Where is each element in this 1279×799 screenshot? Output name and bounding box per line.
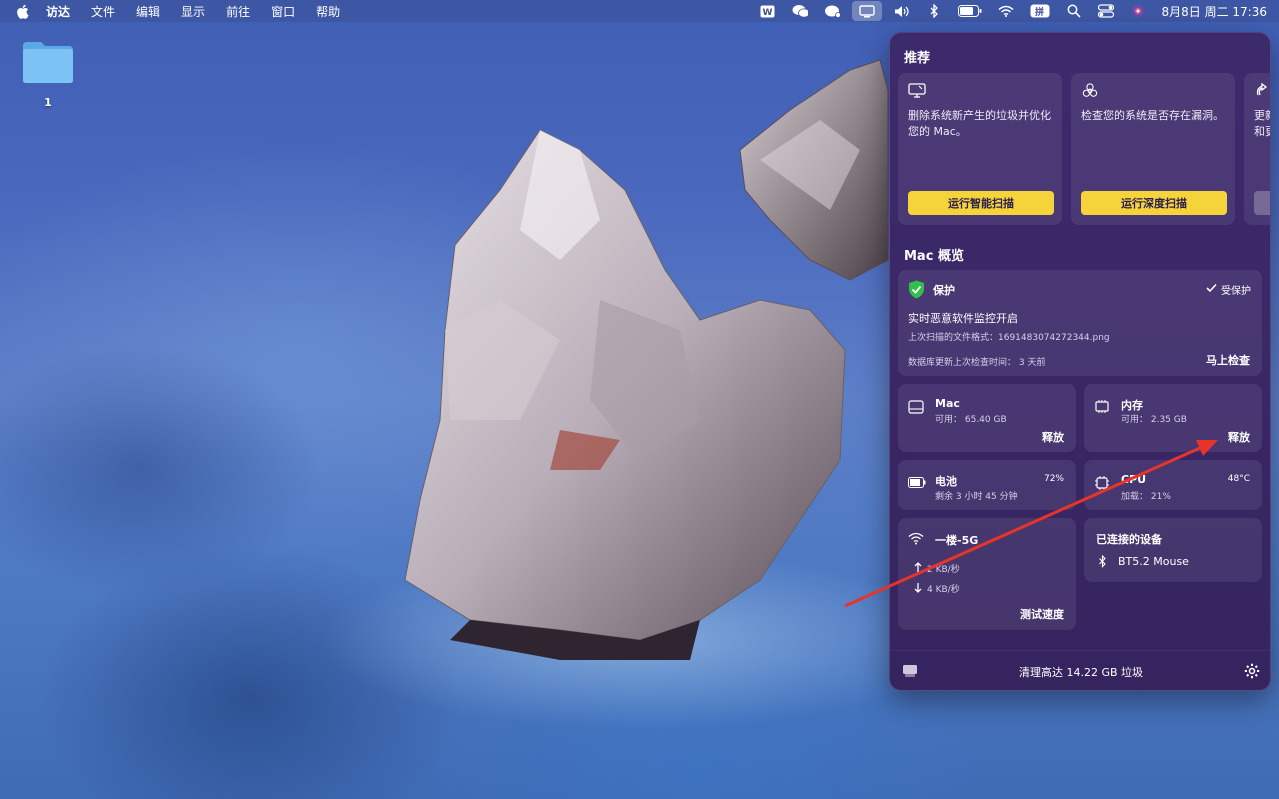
device-item[interactable]: BT5.2 Mouse [1118, 555, 1189, 568]
mac-disk-card: Mac 可用： 65.40 GB 释放 [898, 384, 1076, 452]
free-disk-button[interactable]: 释放 [1042, 429, 1064, 445]
protection-card: 保护 受保护 实时恶意软件监控开启 上次扫描的文件格式：169148307427… [898, 270, 1262, 376]
recommend-card-smart-scan: 删除系统新产生的垃圾并优化您的 Mac。 运行智能扫描 [898, 73, 1062, 225]
network-card: 一楼-5G 2 KB/秒 4 KB/秒 测试速度 [898, 518, 1076, 630]
battery-remaining: 剩余 3 小时 45 分钟 [935, 492, 1018, 502]
bluetooth-device-icon [1099, 555, 1106, 568]
network-ssid: 一楼-5G [935, 534, 979, 547]
mac-disk-available: 可用： 65.40 GB [935, 415, 1007, 425]
apple-menu-icon[interactable] [16, 4, 32, 19]
recommend-desc: 更新和更 [1254, 109, 1270, 138]
battery-card: 电池 72% 剩余 3 小时 45 分钟 [898, 460, 1076, 510]
update-icon [1256, 83, 1268, 96]
footer-junk-text[interactable]: 清理高达 14.22 GB 垃圾 [890, 664, 1270, 680]
upload-speed: 2 KB/秒 [927, 565, 960, 575]
realtime-monitor-text: 实时恶意软件监控开启 [908, 312, 1018, 325]
update-button[interactable] [1254, 191, 1270, 215]
menu-file[interactable]: 文件 [91, 3, 115, 20]
check-now-button[interactable]: 马上检查 [1206, 352, 1250, 368]
control-center-icon[interactable] [1097, 4, 1114, 18]
menu-view[interactable]: 显示 [181, 3, 205, 20]
menu-help[interactable]: 帮助 [316, 3, 340, 20]
mac-disk-title: Mac [935, 397, 960, 410]
battery-percent: 72% [1043, 474, 1064, 484]
speed-test-button[interactable]: 测试速度 [1020, 606, 1064, 622]
protection-title: 保护 [933, 284, 955, 297]
recommend-desc: 检查您的系统是否存在漏洞。 [1081, 109, 1224, 122]
cpu-title: CPU [1121, 473, 1147, 486]
db-update-text: 数据库更新上次检查时间： 3 天前 [908, 358, 1046, 368]
connected-devices-card: 已连接的设备 BT5.2 Mouse [1084, 518, 1262, 582]
input-method-label: 拼 [1035, 7, 1045, 18]
monitor-clean-icon [908, 83, 926, 98]
menu-window[interactable]: 窗口 [271, 3, 295, 20]
svg-text:W: W [763, 8, 773, 18]
run-deep-scan-button[interactable]: 运行深度扫描 [1081, 191, 1227, 215]
cpu-icon [1095, 476, 1109, 490]
checkmark-icon [1206, 283, 1217, 293]
recommend-card-deep-scan: 检查您的系统是否存在漏洞。 运行深度扫描 [1071, 73, 1235, 225]
biohazard-icon [1082, 83, 1098, 97]
free-memory-button[interactable]: 释放 [1228, 429, 1250, 445]
bluetooth-icon[interactable] [926, 4, 942, 18]
memory-title: 内存 [1121, 399, 1143, 412]
cpu-temperature: 48°C [1227, 474, 1250, 484]
protection-status: 受保护 [1221, 286, 1251, 297]
cpu-card: CPU 48°C 加载： 21% [1084, 460, 1262, 510]
devices-title: 已连接的设备 [1096, 533, 1162, 546]
shield-check-icon [909, 280, 924, 299]
folder-icon [23, 42, 73, 83]
volume-icon[interactable] [894, 4, 910, 18]
cleanmymac-menu-panel: 推荐 删除系统新产生的垃圾并优化您的 Mac。 运行智能扫描 检查您的系统是否存… [889, 32, 1271, 691]
memory-chip-icon [1095, 400, 1109, 413]
run-smart-scan-button[interactable]: 运行智能扫描 [908, 191, 1054, 215]
overview-title: Mac 概览 [904, 249, 964, 264]
siri-icon[interactable] [1130, 4, 1146, 18]
cleanmymac-menu-icon[interactable] [851, 1, 882, 21]
menubar-clock[interactable]: 8月8日 周二 17:36 [1162, 3, 1267, 20]
menu-bar: 访达 文件 编辑 显示 前往 窗口 帮助 W 拼 8月8日 周二 17:36 [0, 0, 1279, 22]
battery-icon[interactable] [957, 4, 982, 18]
wechat-work-icon[interactable] [824, 4, 840, 18]
wechat-icon[interactable] [792, 4, 808, 18]
last-scan-text: 上次扫描的文件格式：1691483074272344.png [908, 333, 1110, 343]
disk-icon [908, 400, 924, 414]
settings-gear-icon[interactable] [1244, 663, 1260, 679]
folder-label: 1 [44, 96, 52, 109]
menu-edit[interactable]: 编辑 [136, 3, 160, 20]
download-speed: 4 KB/秒 [927, 585, 960, 595]
recommend-title: 推荐 [904, 51, 931, 66]
recommend-card-update: 更新和更 [1244, 73, 1270, 225]
wifi-status-icon [908, 532, 924, 545]
spotlight-search-icon[interactable] [1066, 4, 1082, 18]
upload-arrow-icon [914, 562, 922, 572]
cpu-load: 加载： 21% [1121, 492, 1171, 502]
recommend-desc: 删除系统新产生的垃圾并优化您的 Mac。 [908, 109, 1051, 138]
battery-title: 电池 [935, 475, 957, 488]
desktop-folder[interactable]: 1 [20, 38, 76, 109]
download-arrow-icon [914, 583, 922, 593]
battery-status-icon [908, 477, 926, 488]
menu-app-name[interactable]: 访达 [46, 3, 70, 20]
wps-icon[interactable]: W [760, 4, 776, 18]
input-method-icon[interactable]: 拼 [1030, 4, 1050, 18]
panel-footer: 清理高达 14.22 GB 垃圾 [890, 650, 1270, 690]
memory-available: 可用： 2.35 GB [1121, 415, 1187, 425]
wifi-icon[interactable] [998, 4, 1014, 18]
memory-card: 内存 可用： 2.35 GB 释放 [1084, 384, 1262, 452]
menu-go[interactable]: 前往 [226, 3, 250, 20]
